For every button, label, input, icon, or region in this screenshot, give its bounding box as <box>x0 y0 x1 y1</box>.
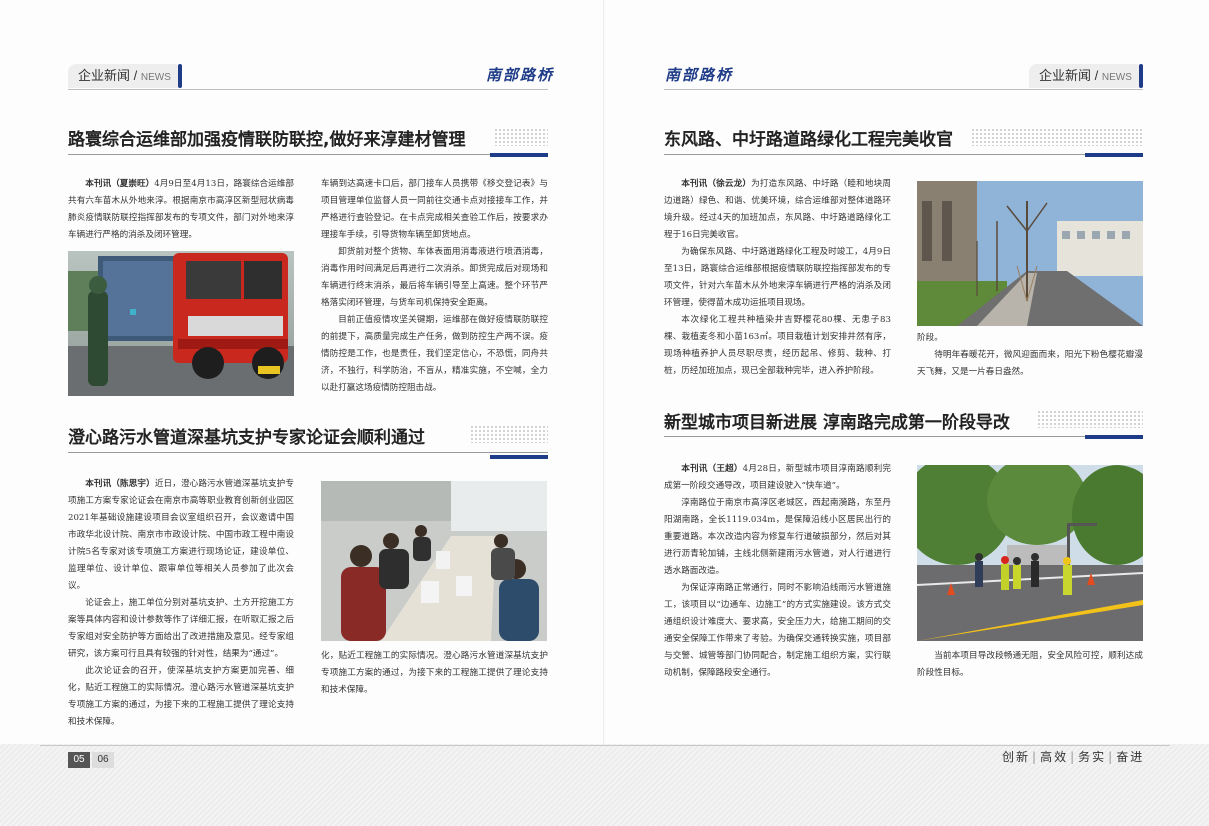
title-rule <box>664 436 1143 437</box>
street-trees-photo <box>917 181 1143 326</box>
byline: 本刊讯（王超） <box>681 464 743 474</box>
brand-logo: 南部路桥 <box>665 66 734 84</box>
truck-photo <box>68 251 294 396</box>
title-accent <box>490 455 548 459</box>
article-body-col1: 本刊讯（徐云龙）为打造东风路、中圩路（睦和地块周边道路）绿色、和谐、优美环境，综… <box>664 179 891 376</box>
title-accent <box>1085 153 1143 157</box>
article-body-col1: 本刊讯（陈思宇）近日，澄心路污水管道深基坑支护专项施工方案专家论证会在南京市高等… <box>68 479 294 727</box>
header-rule <box>68 89 548 90</box>
title-dots <box>971 128 1143 146</box>
article-title: 东风路、中圩路道路绿化工程完美收官 <box>664 130 953 150</box>
article-body-col2: 化，贴近工程施工的实际情况。澄心路污水管道深基坑支护专项施工方案的通过，为接下来… <box>321 651 548 695</box>
article-title: 路寰综合运维部加强疫情联防联控,做好来淳建材管理 <box>68 130 466 150</box>
tab-accent <box>1139 64 1143 88</box>
right-page: 南部路桥 企业新闻 / NEWS 东风路、中圩路道路绿化工程完美收官 本刊讯（徐… <box>605 0 1209 826</box>
article-body-col2: 阶段。 待明年春暖花开，微风迎面而来，阳光下粉色樱花瓣漫天飞舞，又是一片春日盎然… <box>917 333 1143 377</box>
byline: 本刊讯（夏崇旺） <box>85 179 155 189</box>
byline: 本刊讯（陈思宇） <box>85 479 155 489</box>
left-page: 企业新闻 / NEWS 南部路桥 路寰综合运维部加强疫情联防联控,做好来淳建材管… <box>0 0 604 826</box>
footer-slogan: 创新 | 高效 | 务实 | 奋进 <box>1002 750 1145 764</box>
title-dots <box>1037 410 1143 428</box>
title-rule <box>68 154 548 155</box>
title-accent <box>1085 435 1143 439</box>
section-tab: 企业新闻 / NEWS <box>68 64 182 88</box>
section-en: NEWS <box>140 72 171 83</box>
article-body-col2: 车辆到达高速卡口后，部门接车人员携带《移交登记表》与项目管理单位监督人员一同前往… <box>321 179 548 393</box>
meeting-photo <box>321 481 547 641</box>
section-en: NEWS <box>1101 72 1132 83</box>
article-title: 新型城市项目新进展 淳南路完成第一阶段导改 <box>664 413 1010 433</box>
article-body-col2: 当前本项目导改段畅通无阻，安全风险可控，顺利达成阶段性目标。 <box>917 651 1143 678</box>
title-rule <box>664 154 1143 155</box>
article-title: 澄心路污水管道深基坑支护专家论证会顺利通过 <box>68 428 425 448</box>
title-dots <box>494 128 548 146</box>
section-tab: 企业新闻 / NEWS <box>1029 64 1143 88</box>
tab-accent <box>178 64 182 88</box>
header-rule <box>664 89 1143 90</box>
brand-logo: 南部路桥 <box>486 66 555 84</box>
page-number-left: 05 <box>68 752 90 768</box>
article-body-col1: 本刊讯（夏崇旺）4月9日至4月13日，路寰综合运维部共有六车苗木从外地来淳。根据… <box>68 179 294 240</box>
title-accent <box>490 153 548 157</box>
footer-rule <box>40 745 1170 746</box>
road-construction-photo <box>917 465 1143 641</box>
article-body-col1: 本刊讯（王超）4月28日，新型城市项目淳南路顺利完成第一阶段交通导改，项目建设驶… <box>664 464 891 678</box>
section-cn: 企业新闻 <box>78 68 131 83</box>
title-dots <box>470 425 548 443</box>
byline: 本刊讯（徐云龙） <box>681 179 752 189</box>
title-rule <box>68 452 548 453</box>
page-number-right: 06 <box>92 752 114 768</box>
section-cn: 企业新闻 <box>1039 68 1092 83</box>
